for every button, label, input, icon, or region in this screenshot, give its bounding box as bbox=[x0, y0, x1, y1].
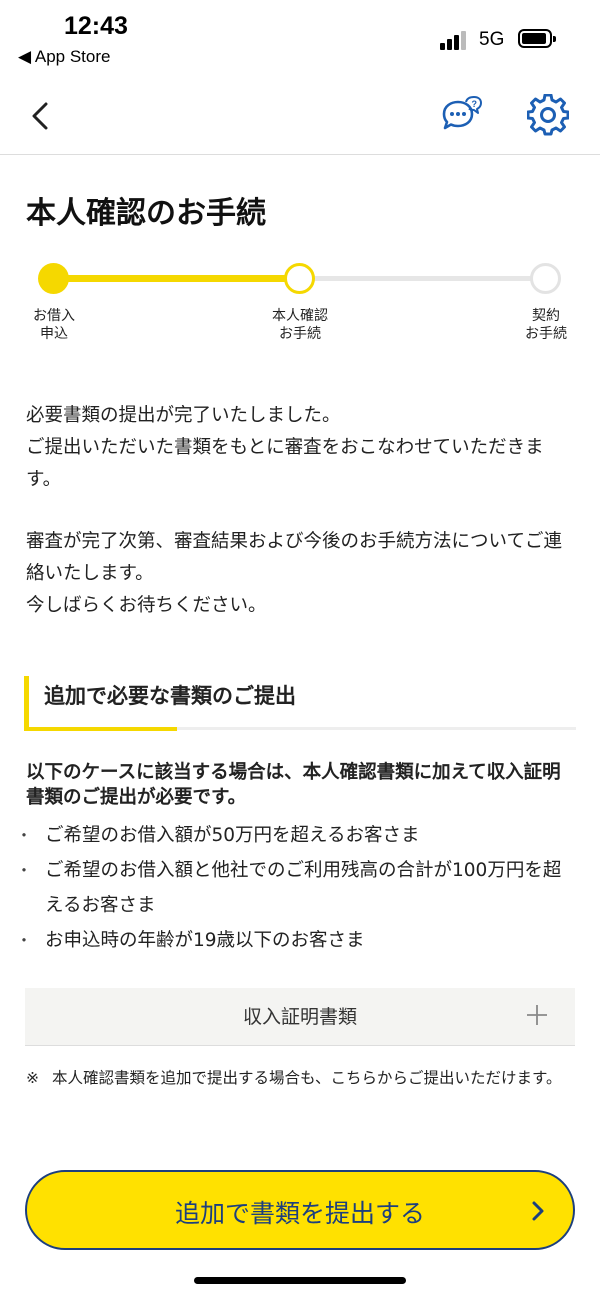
svg-text:?: ? bbox=[472, 99, 478, 109]
progress-track-remaining bbox=[300, 276, 546, 281]
chevron-right-icon bbox=[532, 1201, 544, 1221]
back-button[interactable] bbox=[24, 98, 58, 134]
completion-message-paragraph-1: 必要書類の提出が完了いたしました。 ご提出いただいた書類をもとに審査をおこなわせ… bbox=[26, 405, 544, 490]
income-proof-notice: 以下のケースに該当する場合は、本人確認書類に加えて収入証明書類のご提出が必要です… bbox=[26, 762, 561, 808]
back-to-app-store-link[interactable]: ◀ App Store bbox=[18, 47, 110, 67]
battery-icon bbox=[518, 29, 556, 48]
accordion-label: 収入証明書類 bbox=[242, 1006, 357, 1028]
submit-additional-documents-button[interactable]: 追加で書類を提出する bbox=[25, 1170, 575, 1250]
status-bar: 12:43 ◀ App Store 5G bbox=[0, 0, 600, 80]
home-indicator bbox=[194, 1277, 406, 1284]
progress-step-dot-3 bbox=[530, 263, 561, 294]
chat-help-icon: ? bbox=[442, 96, 482, 130]
page-title: 本人確認のお手続 bbox=[26, 196, 266, 231]
progress-step-dot-2 bbox=[284, 263, 315, 294]
signal-icon bbox=[440, 30, 468, 50]
progress-stepper: お借入 申込 本人確認 お手続 契約 お手続 bbox=[0, 260, 600, 350]
nav-bar: ? bbox=[0, 80, 600, 155]
income-proof-accordion[interactable]: 収入証明書類 bbox=[25, 988, 575, 1046]
progress-step-label-2: 本人確認 お手続 bbox=[272, 308, 328, 342]
chat-help-button[interactable]: ? bbox=[440, 96, 484, 136]
footnote-text: 本人確認書類を追加で提出する場合も、こちらからご提出いただけます。 bbox=[52, 1069, 562, 1087]
section-accent-bar bbox=[24, 676, 29, 730]
plus-icon bbox=[527, 1005, 547, 1025]
settings-button[interactable] bbox=[526, 93, 570, 136]
condition-list: ご希望のお借入額が50万円を超えるお客さま ご希望のお借入額と他社でのご利用残高… bbox=[16, 818, 574, 958]
gear-icon bbox=[526, 93, 570, 136]
condition-list-item: ご希望のお借入額が50万円を超えるお客さま bbox=[16, 818, 574, 853]
review-message: 審査が完了次第、審査結果および今後のお手続方法についてご連絡いたします。 今しば… bbox=[26, 526, 574, 622]
progress-step-label-3: 契約 お手続 bbox=[525, 308, 567, 342]
network-label: 5G bbox=[479, 29, 505, 50]
review-message-paragraph-2: 審査が完了次第、審査結果および今後のお手続方法についてご連絡いたします。 今しば… bbox=[26, 531, 562, 616]
progress-step-dot-1 bbox=[38, 263, 69, 294]
footnote-mark: ※ bbox=[26, 1069, 39, 1087]
additional-documents-section-header: 追加で必要な書類のご提出 bbox=[24, 672, 576, 732]
submit-button-label: 追加で書類を提出する bbox=[174, 1199, 425, 1228]
progress-track-completed bbox=[54, 275, 300, 282]
condition-list-item: ご希望のお借入額と他社でのご利用残高の合計が100万円を超えるお客さま bbox=[16, 853, 574, 923]
status-time: 12:43 bbox=[64, 12, 128, 40]
completion-message: 必要書類の提出が完了いたしました。 ご提出いただいた書類をもとに審査をおこなわせ… bbox=[26, 400, 574, 496]
condition-list-item: お申込時の年齢が19歳以下のお客さま bbox=[16, 923, 574, 958]
chevron-left-icon bbox=[32, 102, 48, 130]
progress-step-label-1: お借入 申込 bbox=[33, 308, 75, 342]
section-divider-accent bbox=[24, 727, 177, 731]
section-title: 追加で必要な書類のご提出 bbox=[44, 684, 296, 708]
